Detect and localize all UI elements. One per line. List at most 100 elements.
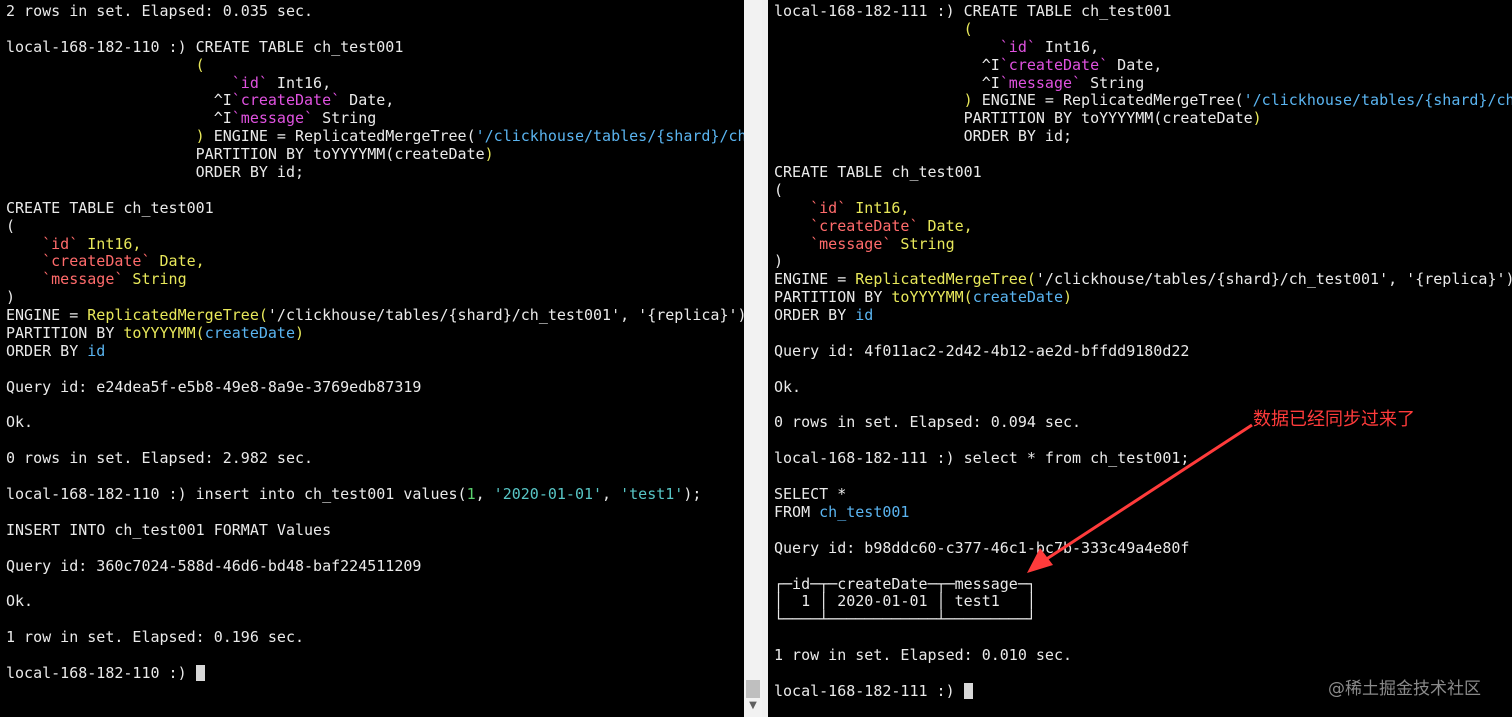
terminal-line: INSERT INTO ch_test001 FORMAT Values: [6, 520, 744, 540]
terminal-text: `id`: [810, 198, 847, 217]
terminal-text: local-168-182-110 :) insert into ch_test…: [6, 485, 467, 504]
terminal-line: ): [774, 253, 1512, 271]
terminal-line: Ok.: [6, 414, 744, 432]
left-terminal-pane[interactable]: 2 rows in set. Elapsed: 0.035 sec. local-…: [0, 0, 744, 717]
terminal-text: `message`: [999, 73, 1082, 92]
terminal-line: `message` String: [6, 270, 744, 289]
terminal-text: `id`: [42, 234, 79, 253]
terminal-text: ,: [602, 485, 621, 504]
terminal-text: INSERT INTO ch_test001 FORMAT Values: [6, 520, 332, 539]
terminal-text: toYYYYMM(: [891, 288, 973, 307]
terminal-text: ReplicatedMergeTree(: [855, 270, 1036, 289]
terminal-line: ┌─id─┬─createDate─┬─message─┐: [774, 575, 1512, 594]
terminal-line: ORDER BY id;: [774, 127, 1512, 146]
terminal-text: '/clickhouse/tables/{shard}/ch_test001',…: [1035, 270, 1512, 289]
terminal-text: ): [484, 145, 494, 164]
terminal-text: PARTITION BY: [6, 324, 124, 343]
terminal-line: ^I`message` String: [6, 109, 744, 128]
terminal-line: ^I`message` String: [774, 73, 1512, 93]
terminal-line: (: [6, 56, 744, 75]
terminal-line: local-168-182-110 :) CREATE TABLE ch_tes…: [6, 37, 744, 57]
terminal-text: ORDER BY id;: [774, 127, 1073, 146]
terminal-text: `message`: [810, 234, 892, 253]
terminal-text: Int16,: [846, 198, 910, 217]
terminal-text: Date,: [1108, 55, 1163, 74]
watermark: @稀土掘金技术社区: [1328, 679, 1481, 699]
terminal-text: ): [6, 288, 16, 307]
terminal-text: local-168-182-111 :) CREATE TABLE ch_tes…: [774, 2, 1172, 20]
terminal-text: ENGINE =: [774, 270, 856, 289]
terminal-text: id: [87, 341, 106, 360]
terminal-text: 0 rows in set. Elapsed: 0.094 sec.: [774, 413, 1082, 432]
terminal-text: Query id: 360c7024-588d-46d6-bd48-baf224…: [6, 556, 422, 575]
terminal-text: `message`: [42, 270, 124, 289]
terminal-line: 1 row in set. Elapsed: 0.196 sec.: [6, 628, 744, 647]
terminal-line: PARTITION BY toYYYYMM(createDate): [6, 324, 744, 343]
terminal-text: ^I: [6, 91, 232, 110]
terminal-line: FROM ch_test001: [774, 502, 1512, 522]
terminal-text: CREATE TABLE ch_test001: [6, 198, 214, 217]
terminal-text: Date,: [340, 91, 395, 110]
terminal-line: Query id: e24dea5f-e5b8-49e8-8a9e-3769ed…: [6, 378, 744, 397]
terminal-text: PARTITION BY toYYYYMM(: [6, 145, 395, 164]
right-terminal-pane[interactable]: local-168-182-111 :) CREATE TABLE ch_tes…: [768, 0, 1512, 717]
terminal-text: '/clickhouse/tables/{shard}/ch_test001',…: [267, 306, 744, 325]
terminal-text: Ok.: [6, 592, 34, 611]
terminal-text: ENGINE = ReplicatedMergeTree(: [204, 127, 476, 146]
terminal-text: `id`: [999, 37, 1036, 56]
terminal-text: ch_test001: [819, 502, 910, 521]
terminal-text: FROM: [774, 502, 820, 521]
terminal-text: createDate: [972, 288, 1063, 307]
terminal-text: local-168-182-111 :): [774, 681, 964, 700]
scrollbar-thumb[interactable]: [746, 680, 760, 698]
terminal-text: SELECT *: [774, 485, 847, 504]
terminal-line: ORDER BY id: [774, 306, 1512, 325]
terminal-text: └────┴────────────┴─────────┘: [774, 610, 1036, 629]
terminal-text: local-168-182-111 :) select * from ch_te…: [774, 449, 1190, 468]
terminal-line: ) ENGINE = ReplicatedMergeTree('/clickho…: [774, 92, 1512, 110]
terminal-text: String: [123, 270, 187, 289]
scroll-down-arrow-icon[interactable]: ▼: [747, 700, 759, 712]
annotation-text: 数据已经同步过来了: [1253, 409, 1415, 430]
terminal-text: `createDate`: [231, 91, 341, 110]
terminal-text: ^I: [774, 55, 1000, 74]
terminal-text: toYYYYMM(: [123, 324, 205, 343]
terminal-line: │ 1 │ 2020-01-01 │ test1 │: [774, 592, 1512, 611]
left-terminal-output: 2 rows in set. Elapsed: 0.035 sec. local-…: [6, 2, 744, 683]
terminal-text: local-168-182-110 :) CREATE TABLE ch_tes…: [6, 37, 404, 56]
terminal-text: '2020-01-01': [493, 485, 603, 504]
terminal-text: ORDER BY: [774, 306, 856, 325]
terminal-line: CREATE TABLE ch_test001: [6, 198, 744, 218]
left-terminal-scrollbar[interactable]: ▼: [744, 0, 762, 717]
terminal-line: `createDate` Date,: [774, 217, 1512, 236]
terminal-line: CREATE TABLE ch_test001: [774, 163, 1512, 182]
terminal-line: Query id: 360c7024-588d-46d6-bd48-baf224…: [6, 556, 744, 576]
terminal-text: Query id: b98ddc60-c377-46c1-bc7b-333c49…: [774, 538, 1190, 557]
terminal-text: createDate: [204, 324, 295, 343]
terminal-line: ENGINE = ReplicatedMergeTree('/clickhous…: [6, 306, 744, 325]
terminal-text: );: [683, 485, 702, 504]
terminal-text: Int16,: [78, 234, 142, 253]
terminal-line: local-168-182-111 :) CREATE TABLE ch_tes…: [774, 2, 1512, 21]
terminal-cursor: [963, 682, 973, 699]
terminal-text: `message`: [231, 109, 314, 128]
terminal-text: 1 row in set. Elapsed: 0.010 sec.: [774, 646, 1073, 665]
terminal-text: '/clickhouse/tables/{shard}/ch: [1243, 91, 1512, 110]
terminal-line: `id` Int16,: [6, 74, 744, 93]
terminal-line: (: [774, 181, 1512, 200]
terminal-text: 'test1': [620, 485, 684, 504]
terminal-text: PARTITION BY: [774, 288, 892, 307]
terminal-text: Ok.: [774, 377, 802, 396]
